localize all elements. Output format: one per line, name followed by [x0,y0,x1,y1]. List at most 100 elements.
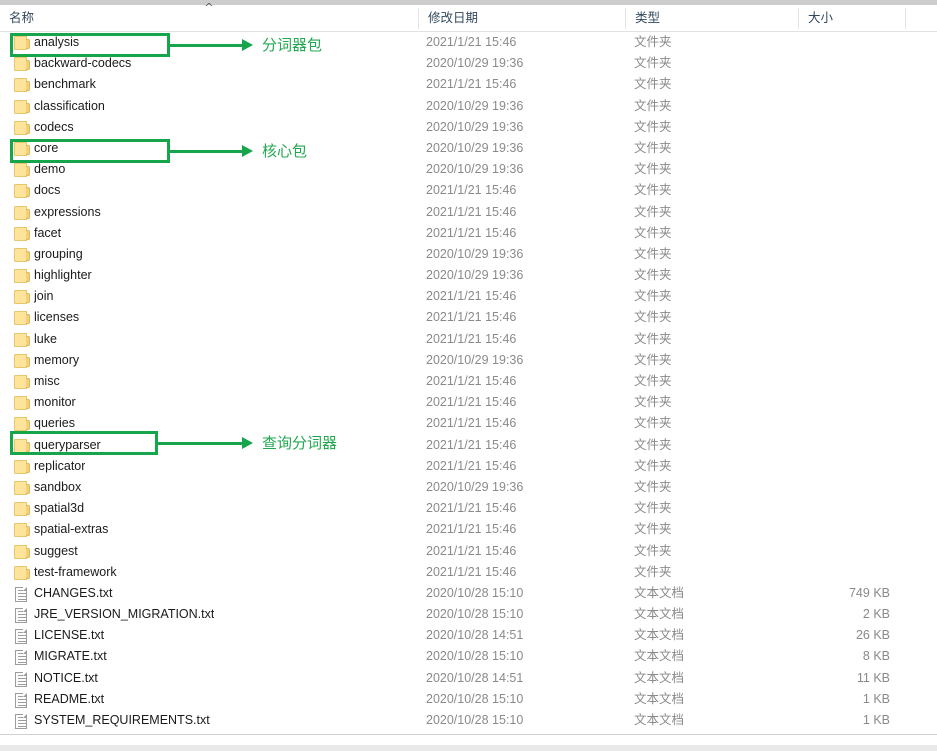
column-header-size[interactable]: 大小 [799,5,905,31]
file-name-cell: memory [34,352,80,367]
folder-icon-glyph [14,57,30,72]
table-row[interactable]: luke 2021/1/21 15:46 文件夹 [0,329,937,350]
date-modified-cell: 2020/10/28 15:10 [426,649,524,664]
table-row[interactable]: join 2021/1/21 15:46 文件夹 [0,286,937,307]
column-header-date-modified[interactable]: 修改日期 [419,5,625,31]
file-size-cell [740,329,890,350]
file-name-cell: expressions [34,204,101,219]
document-icon-glyph [15,608,27,624]
file-size-cell [740,392,890,413]
folder-icon [14,35,30,50]
table-row[interactable]: JRE_VERSION_MIGRATION.txt 2020/10/28 15:1… [0,604,937,625]
file-size-cell [740,371,890,392]
table-row[interactable]: sandbox 2020/10/29 19:36 文件夹 [0,477,937,498]
date-modified-cell: 2020/10/28 14:51 [426,628,524,643]
folder-icon-glyph [14,205,30,220]
file-name-cell: licenses [34,310,80,325]
file-name-cell: replicator [34,458,86,473]
file-type-cell: 文件夹 [634,183,672,198]
folder-icon [14,56,30,72]
folder-icon-glyph [14,438,30,453]
file-size-cell [740,223,890,244]
date-modified-cell: 2020/10/29 19:36 [426,268,524,283]
file-type-cell: 文件夹 [634,395,672,410]
table-row[interactable]: CHANGES.txt 2020/10/28 15:10 文本文档 749 KB [0,583,937,604]
table-row[interactable]: queries 2021/1/21 15:46 文件夹 [0,413,937,434]
table-row[interactable]: backward-codecs 2020/10/29 19:36 文件夹 [0,53,937,74]
table-row[interactable]: licenses 2021/1/21 15:46 文件夹 [0,307,937,328]
table-row[interactable]: highlighter 2020/10/29 19:36 文件夹 [0,265,937,286]
date-modified-cell: 2020/10/28 14:51 [426,670,524,685]
file-name-cell: CHANGES.txt [34,585,113,600]
folder-icon [14,332,30,347]
folder-icon [14,480,30,495]
table-row[interactable]: misc 2021/1/21 15:46 文件夹 [0,371,937,392]
date-modified-cell: 2021/1/21 15:46 [426,522,517,537]
file-type-cell: 文件夹 [634,437,672,452]
table-row[interactable]: NOTICE.txt 2020/10/28 14:51 文本文档 11 KB [0,668,937,689]
file-size-cell [740,519,890,540]
file-size-cell [740,96,890,117]
table-row[interactable]: MIGRATE.txt 2020/10/28 15:10 文本文档 8 KB [0,646,937,667]
folder-icon-glyph [14,375,30,389]
column-header-type[interactable]: 类型 [626,5,798,31]
table-row[interactable]: benchmark 2021/1/21 15:46 文件夹 [0,74,937,95]
table-row[interactable]: test-framework 2021/1/21 15:46 文件夹 [0,562,937,583]
file-type-cell: 文件夹 [634,225,672,240]
date-modified-cell: 2021/1/21 15:46 [426,395,517,410]
folder-icon [14,374,30,389]
table-row[interactable]: queryparser 2021/1/21 15:46 文件夹 [0,435,937,456]
file-name-cell: misc [34,374,60,388]
folder-icon [14,501,30,517]
table-row[interactable]: suggest 2021/1/21 15:46 文件夹 [0,541,937,562]
column-divider-size[interactable] [905,8,906,29]
date-modified-cell: 2021/1/21 15:46 [426,183,517,198]
file-type-cell: 文本文档 [634,649,685,664]
file-type-cell: 文本文档 [634,628,685,643]
table-row[interactable]: analysis 2021/1/21 15:46 文件夹 [0,32,937,53]
folder-icon [14,544,30,559]
file-name-cell: facet [34,225,62,240]
table-row[interactable]: core 2020/10/29 19:36 文件夹 [0,138,937,159]
table-row[interactable]: spatial3d 2021/1/21 15:46 文件夹 [0,498,937,519]
table-row[interactable]: replicator 2021/1/21 15:46 文件夹 [0,456,937,477]
date-modified-cell: 2021/1/21 15:46 [426,416,517,431]
file-type-cell: 文件夹 [634,564,672,579]
file-size-cell [740,265,890,286]
date-modified-cell: 2020/10/28 15:10 [426,691,524,706]
document-icon [14,713,30,729]
table-row[interactable]: codecs 2020/10/29 19:36 文件夹 [0,117,937,138]
table-row[interactable]: expressions 2021/1/21 15:46 文件夹 [0,202,937,223]
table-row[interactable]: demo 2020/10/29 19:36 文件夹 [0,159,937,180]
table-row[interactable]: facet 2021/1/21 15:46 文件夹 [0,223,937,244]
folder-icon-glyph [14,269,30,284]
table-row[interactable]: monitor 2021/1/21 15:46 文件夹 [0,392,937,413]
table-row[interactable]: classification 2020/10/29 19:36 文件夹 [0,96,937,117]
table-row[interactable]: grouping 2020/10/29 19:36 文件夹 [0,244,937,265]
sort-ascending-chevron-icon: ^ [204,1,214,14]
file-type-cell: 文件夹 [634,119,672,134]
file-type-cell: 文本文档 [634,713,685,727]
date-modified-cell: 2021/1/21 15:46 [426,331,517,346]
folder-icon [14,416,30,432]
folder-icon-glyph [14,163,30,178]
file-name-cell: grouping [34,246,83,261]
folder-icon [14,565,30,580]
file-size-cell [740,244,890,265]
table-row[interactable]: docs 2021/1/21 15:46 文件夹 [0,180,937,201]
folder-icon-glyph [14,290,30,305]
file-size-cell: 11 KB [856,670,890,685]
annotation-arrow-shaft [158,442,242,445]
folder-icon [14,205,30,220]
folder-icon [14,459,30,474]
table-row[interactable]: SYSTEM_REQUIREMENTS.txt 2020/10/28 15:10 文… [0,710,937,731]
file-type-cell: 文件夹 [634,77,672,92]
table-row[interactable]: LICENSE.txt 2020/10/28 14:51 文本文档 26 KB [0,625,937,646]
file-name-cell: sandbox [34,479,82,494]
folder-icon-glyph [14,544,30,559]
date-modified-cell: 2020/10/29 19:36 [426,479,524,494]
table-row[interactable]: README.txt 2020/10/28 15:10 文本文档 1 KB [0,689,937,710]
table-row[interactable]: memory 2020/10/29 19:36 文件夹 [0,350,937,371]
table-row[interactable]: spatial-extras 2021/1/21 15:46 文件夹 [0,519,937,540]
file-type-cell: 文件夹 [634,56,672,71]
